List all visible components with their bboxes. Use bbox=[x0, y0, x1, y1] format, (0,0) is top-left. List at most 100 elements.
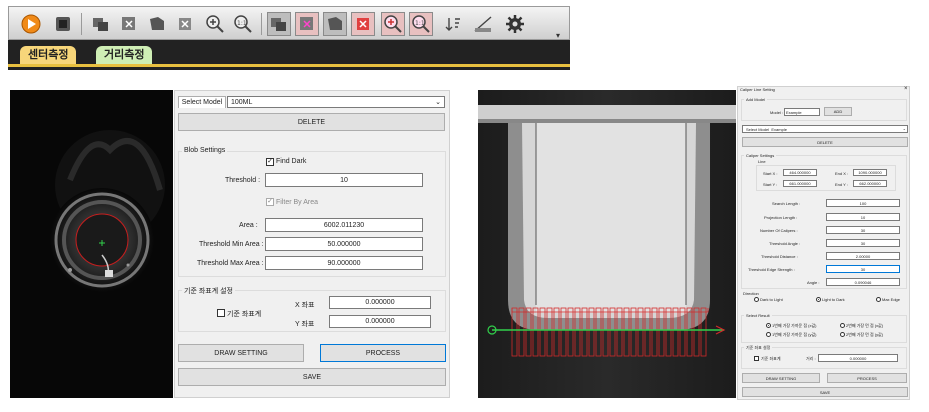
reference-coordinate-checkbox[interactable] bbox=[754, 356, 759, 361]
clear-image-icon[interactable] bbox=[117, 12, 141, 36]
draw-setting-button[interactable]: DRAW SETTING bbox=[178, 344, 304, 362]
draw-setting-button[interactable]: DRAW SETTING bbox=[742, 373, 820, 383]
filter-by-area-checkbox[interactable]: ✓ bbox=[266, 198, 274, 206]
direction-max-edge-label: Max Edge bbox=[882, 297, 901, 302]
direction-title: Direction bbox=[743, 291, 759, 296]
result-option-1-label: 1번째 가장 가까운 점 (x값) bbox=[772, 323, 817, 328]
threshold-max-area-label: Threshold Max Area : bbox=[197, 260, 264, 267]
reference-coordinate-group: 기준 좌표 설정 기준 좌표계 거리 : 0.000000 bbox=[741, 345, 907, 369]
threshold-distance-input[interactable]: 2.00000 bbox=[826, 252, 900, 260]
chevron-down-icon: ⌄ bbox=[435, 99, 441, 106]
reference-coordinate-title: 기준 좌표 설정 bbox=[744, 345, 773, 351]
grab-icon-2[interactable] bbox=[267, 12, 291, 36]
end-x-label: End X : bbox=[835, 171, 849, 176]
model-name-input[interactable]: Example bbox=[784, 108, 820, 116]
blob-settings-group: Blob Settings ✓ Find Dark Threshold : 10… bbox=[178, 147, 446, 277]
blob-settings-title: Blob Settings bbox=[182, 147, 228, 154]
y-coordinate-input[interactable]: 0.000000 bbox=[329, 315, 431, 328]
distance-input[interactable]: 0.000000 bbox=[818, 354, 898, 362]
delete-button[interactable]: DELETE bbox=[742, 137, 908, 147]
angle-label: Angle : bbox=[807, 280, 820, 285]
toolbar-overflow-icon[interactable]: ▾ bbox=[556, 31, 560, 40]
find-dark-label: Find Dark bbox=[276, 158, 307, 165]
end-y-input[interactable]: 662.000000 bbox=[853, 180, 887, 187]
delete-icon[interactable] bbox=[173, 12, 197, 36]
add-button[interactable]: ADD bbox=[824, 107, 852, 116]
threshold-edge-strength-input[interactable]: 30 bbox=[826, 265, 900, 273]
camera-image bbox=[478, 90, 736, 398]
run-icon[interactable] bbox=[19, 12, 43, 36]
x-coordinate-input[interactable]: 0.000000 bbox=[329, 296, 431, 309]
model-label: Model : bbox=[770, 110, 784, 115]
start-y-input[interactable]: 661.000000 bbox=[783, 180, 817, 187]
caliper-line-settings-panel: Caliper Line Setting × Add Model Model :… bbox=[737, 86, 910, 400]
gear-icon[interactable] bbox=[503, 12, 527, 36]
clear-image-icon-2[interactable] bbox=[295, 12, 319, 36]
reference-coordinate-label: 기준 좌표계 bbox=[227, 311, 262, 318]
result-option-1-radio[interactable] bbox=[766, 323, 771, 328]
camera-view-left[interactable] bbox=[10, 90, 173, 398]
projection-length-label: Projection Length : bbox=[764, 215, 798, 220]
threshold-distance-label: Threshold Distance : bbox=[761, 254, 798, 259]
model-select-value: 100ML bbox=[231, 98, 253, 106]
line-coordinates-group: Start X : 464.000000 End X : 1090.000000… bbox=[756, 165, 896, 191]
model-select[interactable]: 100ML ⌄ bbox=[227, 96, 445, 108]
delete-button[interactable]: DELETE bbox=[178, 113, 445, 131]
result-option-4-radio[interactable] bbox=[840, 332, 845, 337]
number-of-calipers-label: Number Of Calipers : bbox=[760, 228, 798, 233]
filter-by-area-label: Filter By Area bbox=[276, 199, 319, 206]
save-image-icon[interactable] bbox=[145, 12, 169, 36]
threshold-min-area-input[interactable]: 50.000000 bbox=[265, 237, 423, 251]
save-button[interactable]: SAVE bbox=[178, 368, 446, 386]
direction-max-edge-radio[interactable] bbox=[876, 297, 881, 302]
start-y-label: Start Y : bbox=[763, 182, 778, 187]
select-model-combo[interactable]: Select Model Example ⌄ bbox=[742, 125, 908, 133]
zoom-reset-icon[interactable]: 1:1 bbox=[231, 12, 255, 36]
zoom-in-icon-2[interactable] bbox=[381, 12, 405, 36]
result-option-3-radio[interactable] bbox=[766, 332, 771, 337]
tab-distance-measure[interactable]: 거리측정 bbox=[96, 46, 153, 64]
angle-value: 0.090046 bbox=[826, 278, 900, 286]
window-title: Caliper Line Setting bbox=[740, 87, 775, 92]
number-of-calipers-input[interactable]: 30 bbox=[826, 226, 900, 234]
camera-view-right[interactable] bbox=[478, 90, 736, 398]
process-button[interactable]: PROCESS bbox=[320, 344, 446, 362]
threshold-min-area-label: Threshold Min Area : bbox=[199, 241, 264, 248]
sort-icon[interactable] bbox=[441, 12, 465, 36]
threshold-input[interactable]: 10 bbox=[265, 173, 423, 187]
save-button[interactable]: SAVE bbox=[742, 387, 908, 397]
find-dark-checkbox[interactable]: ✓ bbox=[266, 158, 274, 166]
zoom-in-icon[interactable] bbox=[203, 12, 227, 36]
process-button[interactable]: PROCESS bbox=[827, 373, 907, 383]
result-option-3-label: 1번째 가장 가까운 점 (y값) bbox=[772, 332, 817, 337]
projection-length-input[interactable]: 10 bbox=[826, 213, 900, 221]
tab-underline bbox=[8, 64, 570, 67]
direction-light-to-dark-radio[interactable] bbox=[816, 297, 821, 302]
reference-coordinate-checkbox[interactable] bbox=[217, 309, 225, 317]
search-length-input[interactable]: 100 bbox=[826, 199, 900, 207]
close-icon[interactable]: × bbox=[904, 86, 908, 92]
search-length-label: Search Length : bbox=[772, 201, 801, 206]
result-option-2-radio[interactable] bbox=[840, 323, 845, 328]
tab-bar: 센터측정 거리측정 bbox=[8, 40, 570, 70]
delete-icon-2[interactable] bbox=[351, 12, 375, 36]
area-input[interactable]: 6002.011230 bbox=[265, 218, 423, 232]
save-image-icon-2[interactable] bbox=[323, 12, 347, 36]
zoom-reset-icon-2[interactable]: 1:1 bbox=[409, 12, 433, 36]
threshold-angle-input[interactable]: 30 bbox=[826, 239, 900, 247]
camera-image bbox=[50, 130, 165, 292]
end-x-input[interactable]: 1090.000000 bbox=[853, 169, 887, 176]
start-x-label: Start X : bbox=[763, 171, 778, 176]
start-x-input[interactable]: 464.000000 bbox=[783, 169, 817, 176]
select-model-label: Select Model bbox=[178, 96, 226, 108]
threshold-label: Threshold : bbox=[225, 177, 261, 184]
ruler-icon[interactable] bbox=[471, 12, 495, 36]
stop-icon[interactable] bbox=[51, 12, 75, 36]
direction-dark-to-light-radio[interactable] bbox=[754, 297, 759, 302]
tab-center-measure[interactable]: 센터측정 bbox=[20, 46, 77, 64]
area-label: Area : bbox=[239, 222, 258, 229]
grab-icon[interactable] bbox=[89, 12, 113, 36]
threshold-max-area-input[interactable]: 90.000000 bbox=[265, 256, 423, 270]
threshold-angle-label: Threshold Angle : bbox=[769, 241, 801, 246]
distance-label: 거리 : bbox=[806, 356, 816, 361]
